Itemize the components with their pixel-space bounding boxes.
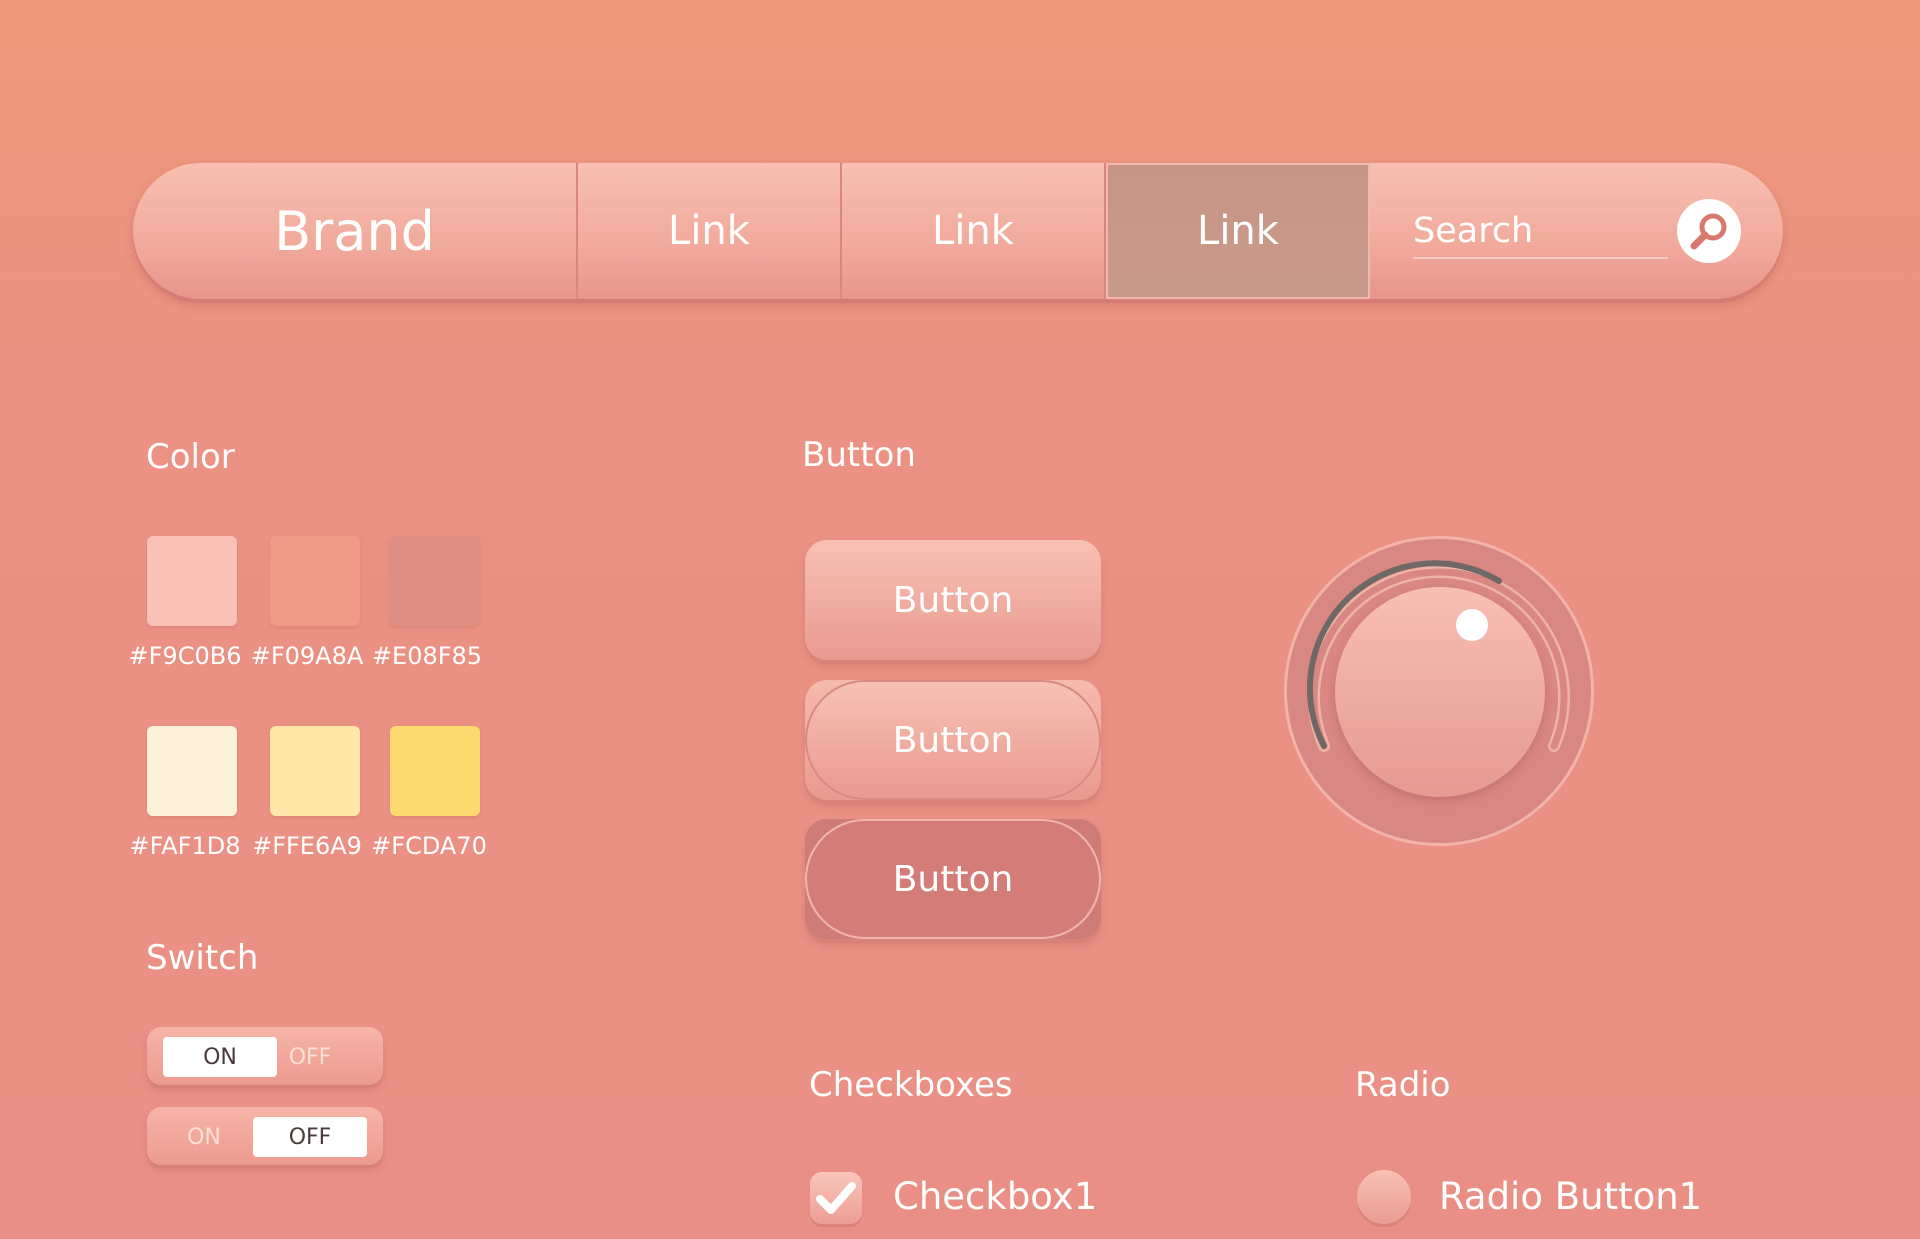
switch-1[interactable]: ON OFF bbox=[147, 1027, 383, 1085]
color-swatch-4 bbox=[147, 726, 237, 816]
switch-2-on[interactable]: ON bbox=[147, 1117, 261, 1157]
knob-dial[interactable] bbox=[1335, 587, 1545, 797]
search-box: Search bbox=[1370, 163, 1783, 299]
button-3[interactable]: Button bbox=[805, 819, 1101, 939]
color-label-2: #F09A8A bbox=[250, 642, 364, 670]
checkbox-1[interactable] bbox=[810, 1172, 862, 1224]
checkmark-icon bbox=[816, 1182, 856, 1214]
color-label-6: #FCDA70 bbox=[371, 832, 487, 860]
color-label-1: #F9C0B6 bbox=[128, 642, 242, 670]
color-swatch-1 bbox=[147, 536, 237, 626]
checkboxes-section-title: Checkboxes bbox=[809, 1065, 1013, 1105]
color-label-4: #FAF1D8 bbox=[129, 832, 241, 860]
nav-link-3-active[interactable]: Link bbox=[1106, 163, 1370, 299]
brand-logo[interactable]: Brand bbox=[133, 163, 578, 299]
rotary-knob[interactable] bbox=[1284, 536, 1594, 846]
switch-2[interactable]: ON OFF bbox=[147, 1107, 383, 1165]
button-1-frame: Button bbox=[805, 540, 1101, 660]
navbar: Brand Link Link Link Search bbox=[133, 163, 1783, 299]
button-2[interactable]: Button bbox=[805, 680, 1101, 800]
switch-1-off[interactable]: OFF bbox=[253, 1037, 367, 1077]
color-swatch-6 bbox=[390, 726, 480, 816]
knob-indicator-icon bbox=[1456, 609, 1488, 641]
button-2-frame: Button bbox=[805, 680, 1101, 800]
magnifier-icon bbox=[1690, 213, 1727, 250]
nav-link-1[interactable]: Link bbox=[578, 163, 842, 299]
switch-2-off[interactable]: OFF bbox=[253, 1117, 367, 1157]
color-label-5: #FFE6A9 bbox=[252, 832, 362, 860]
radio-button-1-label[interactable]: Radio Button1 bbox=[1439, 1175, 1702, 1218]
radio-section-title: Radio bbox=[1355, 1065, 1451, 1105]
search-button[interactable] bbox=[1677, 199, 1741, 263]
color-section-title: Color bbox=[146, 437, 235, 477]
button-1[interactable]: Button bbox=[805, 540, 1101, 660]
checkbox-1-label[interactable]: Checkbox1 bbox=[893, 1175, 1097, 1218]
button-3-frame: Button bbox=[805, 819, 1101, 939]
nav-link-2[interactable]: Link bbox=[842, 163, 1106, 299]
switch-section-title: Switch bbox=[146, 938, 259, 978]
color-swatch-3 bbox=[390, 536, 480, 626]
search-input[interactable]: Search bbox=[1413, 211, 1668, 259]
color-swatch-5 bbox=[270, 726, 360, 816]
radio-button-1[interactable] bbox=[1357, 1170, 1411, 1224]
button-section-title: Button bbox=[802, 435, 916, 475]
color-swatch-2 bbox=[270, 536, 360, 626]
color-label-3: #E08F85 bbox=[371, 642, 483, 670]
